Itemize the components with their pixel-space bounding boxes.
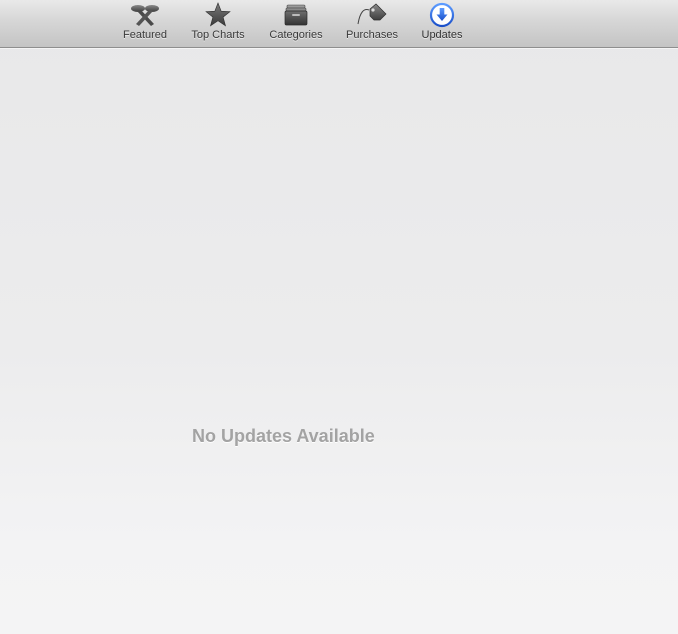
featured-icon [131,5,159,26]
tab-purchases[interactable]: Purchases [344,2,400,44]
empty-state-message: No Updates Available [192,426,375,446]
tab-categories[interactable]: Categories [266,2,326,44]
tab-label: Categories [269,29,323,41]
tab-featured[interactable]: Featured [120,2,170,44]
price-tag-icon [357,3,387,25]
categories-icon [284,4,308,26]
tab-label: Updates [421,29,463,41]
tab-top-charts[interactable]: Top Charts [188,2,248,44]
tab-label: Purchases [346,29,398,41]
tab-updates[interactable]: Updates [418,2,466,44]
tab-label: Featured [122,29,168,41]
app-store-window: Featured Top Charts Categories Purchases… [0,0,678,634]
updates-content: No Updates Available [0,48,678,634]
download-arrow-icon [429,2,455,28]
star-icon [205,2,231,27]
toolbar: Featured Top Charts Categories Purchases… [0,0,678,48]
tab-label: Top Charts [191,29,245,41]
